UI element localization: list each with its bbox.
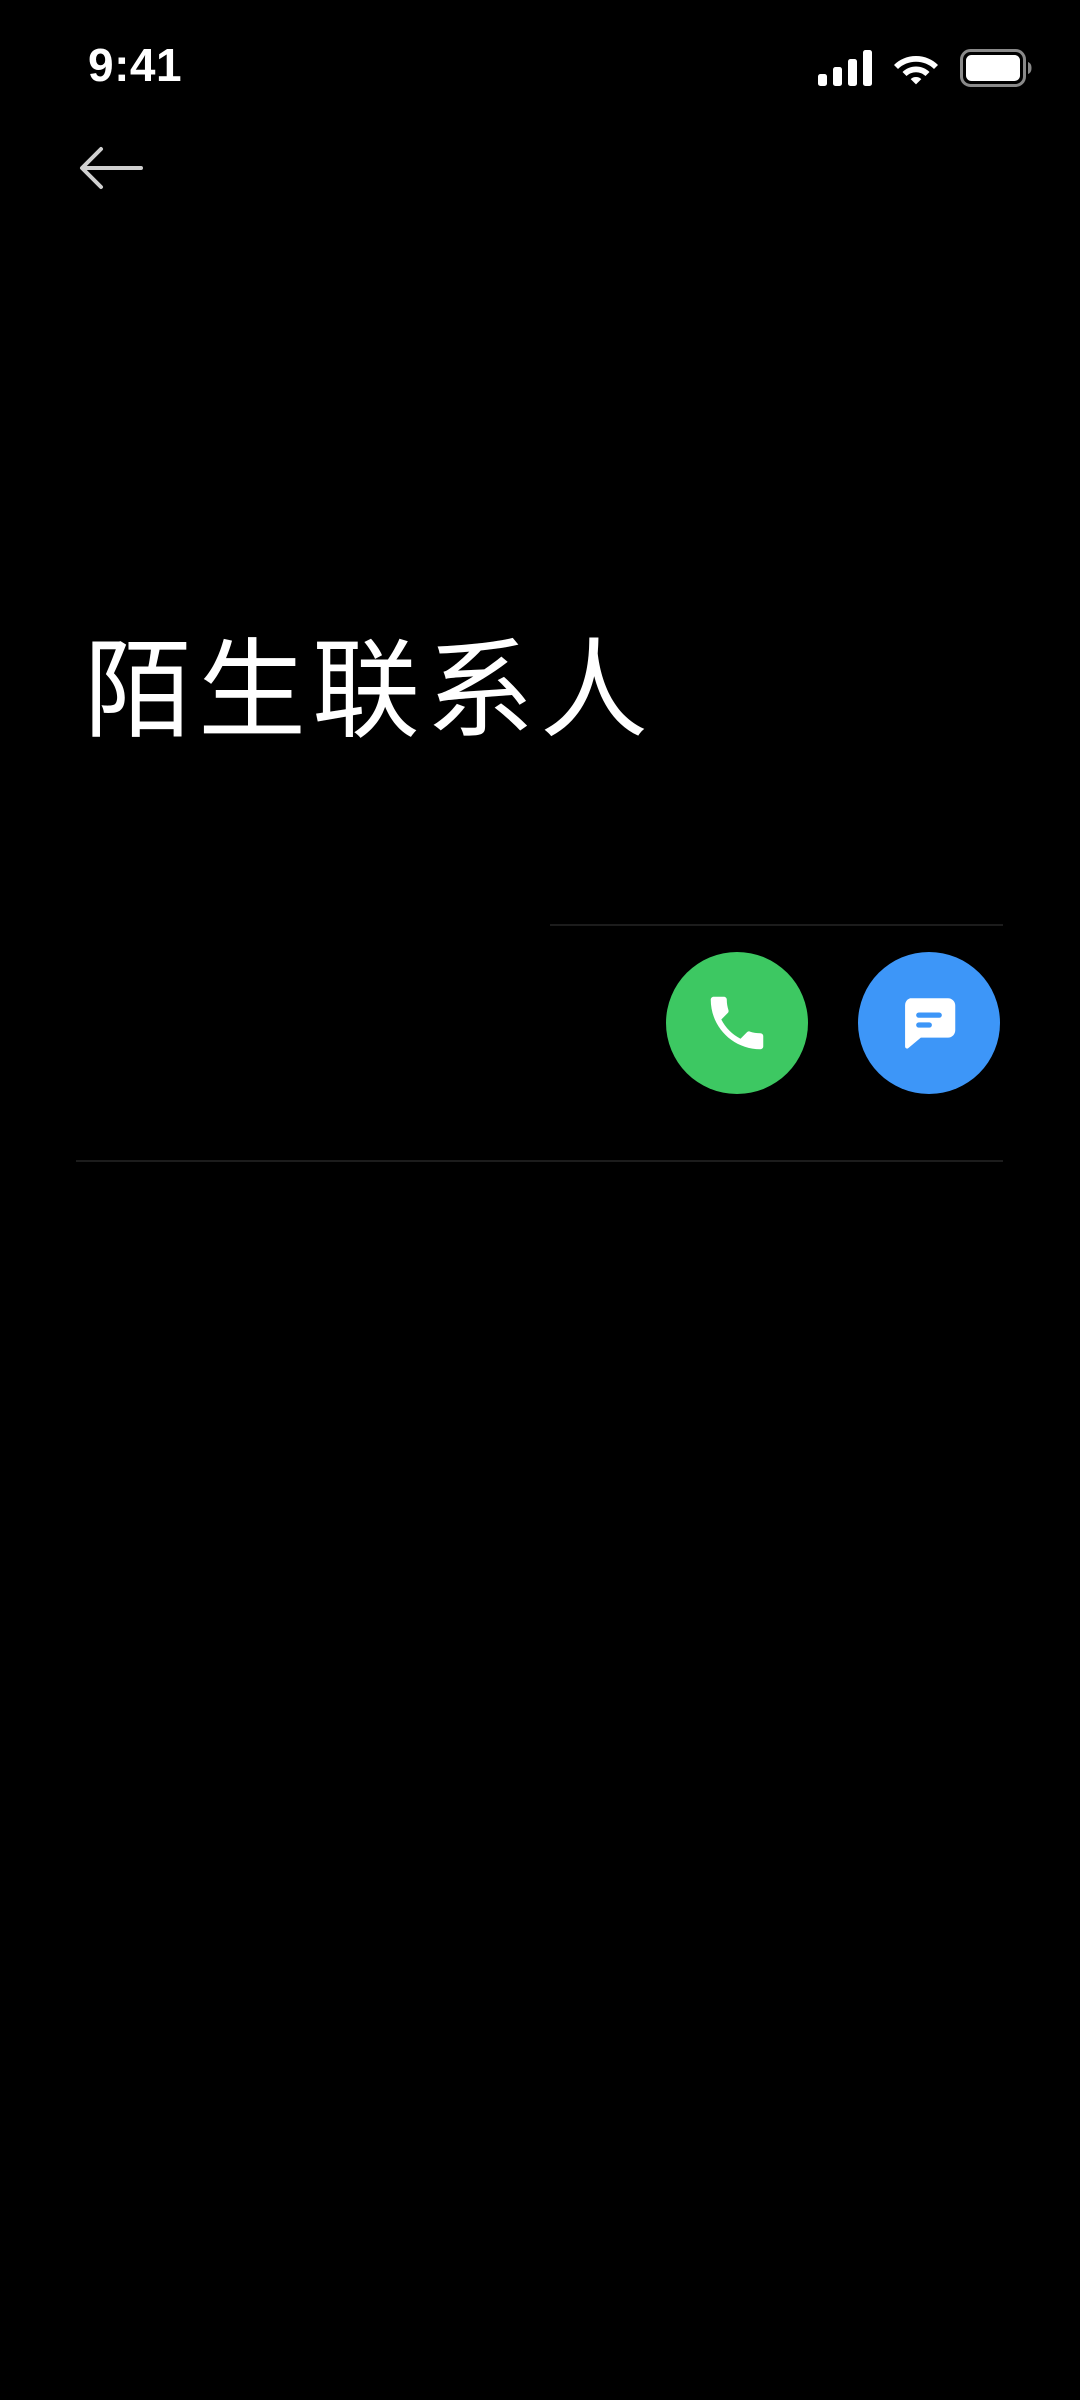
message-button[interactable] bbox=[858, 952, 1000, 1094]
wifi-icon bbox=[894, 56, 938, 85]
arrow-left-icon bbox=[80, 147, 143, 189]
cellular-signal-icon bbox=[818, 50, 872, 86]
battery-icon bbox=[960, 49, 1032, 87]
status-time: 9:41 bbox=[88, 39, 183, 91]
status-icons bbox=[818, 48, 1032, 88]
message-icon bbox=[905, 998, 956, 1049]
phone-icon bbox=[710, 996, 764, 1050]
divider bbox=[76, 1160, 1003, 1162]
call-button[interactable] bbox=[666, 952, 808, 1094]
status-bar: 9:41 bbox=[0, 0, 1080, 140]
divider bbox=[550, 924, 1003, 926]
contact-name: 陌生联系人 bbox=[84, 629, 655, 754]
back-button[interactable] bbox=[66, 130, 156, 206]
contact-detail-screen: 9:41 陌生联系人 bbox=[0, 0, 1080, 2400]
